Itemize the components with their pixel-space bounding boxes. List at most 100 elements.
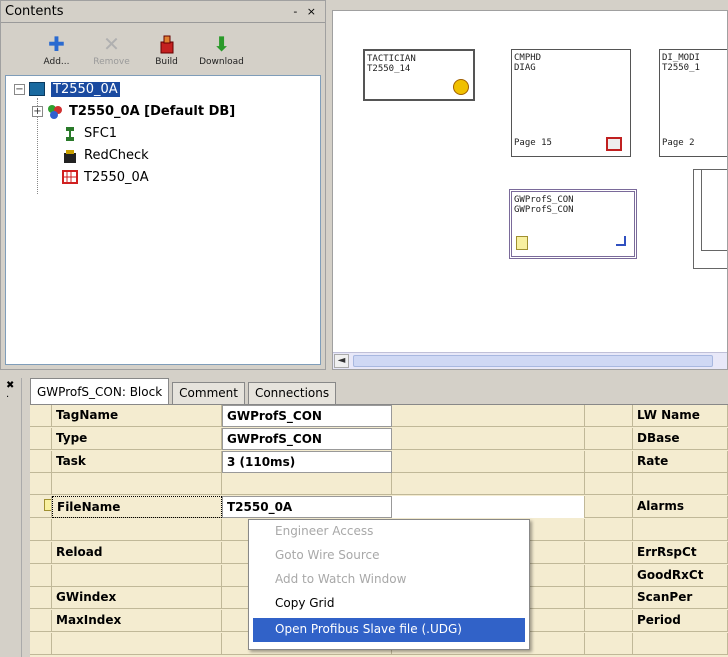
property-gap: [585, 450, 633, 473]
menu-item-engineer-access[interactable]: Engineer Access: [249, 520, 529, 544]
property-gap: [585, 405, 633, 427]
property-name-right: ErrRspCt: [633, 541, 728, 564]
property-name: [52, 473, 222, 496]
row-marker: [30, 450, 52, 473]
property-name-right: LW Name: [633, 405, 728, 427]
property-gap: [585, 519, 633, 541]
tab-comment[interactable]: Comment: [172, 382, 245, 404]
wire-connector: [701, 169, 727, 251]
property-name: TagName: [52, 405, 222, 427]
block-gwprofs-con[interactable]: GWProfS_CON GWProfS_CON: [509, 189, 637, 259]
context-menu: Engineer Access Goto Wire Source Add to …: [248, 519, 530, 650]
property-value[interactable]: 3 (110ms): [222, 450, 392, 473]
tree-item-sfc1[interactable]: SFC1: [62, 124, 117, 142]
download-button[interactable]: ⬇ Download: [194, 33, 249, 67]
diagram-canvas[interactable]: TACTICIAN T2550_14 CMPHD DIAG Page 15 DI…: [332, 10, 728, 370]
row-marker: [30, 405, 52, 427]
scroll-thumb[interactable]: [353, 355, 713, 367]
note-icon: [44, 499, 51, 512]
redcheck-icon: [62, 148, 78, 163]
tab-block[interactable]: GWProfS_CON: Block: [30, 378, 170, 404]
horizontal-scrollbar[interactable]: ◄: [333, 352, 727, 369]
contents-titlebar: Contents - ×: [1, 1, 325, 23]
page-link-icon: [606, 137, 622, 151]
row-marker: [30, 427, 52, 450]
property-name: [52, 564, 222, 587]
property-name: GWindex: [52, 587, 222, 610]
scroll-left-button[interactable]: ◄: [334, 354, 349, 368]
build-button[interactable]: Build: [139, 33, 194, 67]
row-marker: [30, 519, 52, 541]
close-icon[interactable]: ✖: [6, 380, 14, 391]
property-value[interactable]: GWProfS_CON: [222, 405, 392, 427]
row-marker: [30, 633, 52, 655]
download-icon: ⬇: [213, 32, 230, 56]
property-tabs: GWProfS_CON: Block Comment Connections: [30, 378, 339, 404]
menu-item-add-to-watch[interactable]: Add to Watch Window: [249, 568, 529, 592]
panel-controls[interactable]: - ×: [293, 5, 319, 18]
wire-icon: [616, 236, 626, 246]
pin-icon[interactable]: ·: [6, 392, 9, 403]
menu-item-goto-wire-source[interactable]: Goto Wire Source: [249, 544, 529, 568]
property-gap: [585, 610, 633, 633]
property-value[interactable]: [222, 473, 392, 496]
menu-item-copy-grid[interactable]: Copy Grid: [249, 592, 529, 616]
row-marker: [30, 587, 52, 610]
property-extra: [392, 405, 585, 427]
property-gap: [585, 541, 633, 564]
contents-toolbar: ✚ Add... ✕ Remove Build ⬇ Download: [1, 23, 325, 71]
expand-toggle[interactable]: +: [32, 105, 43, 117]
sfc-icon: [62, 126, 78, 141]
block-cmphd[interactable]: CMPHD DIAG Page 15: [511, 49, 631, 157]
property-name-right: Period: [633, 610, 728, 633]
row-marker: [30, 564, 52, 587]
property-value[interactable]: T2550_0A: [222, 496, 392, 519]
status-face-icon: [453, 79, 469, 95]
block-di-modi[interactable]: DI_MODI T2550_1 Page 2: [659, 49, 727, 157]
property-name: MaxIndex: [52, 610, 222, 633]
property-gap: [585, 564, 633, 587]
contents-panel: Contents - × ✚ Add... ✕ Remove Build ⬇ D…: [0, 0, 326, 370]
table-row: Task 3 (110ms) Rate: [30, 450, 728, 473]
property-name-right: [633, 519, 728, 541]
tree-root[interactable]: − T2550_0A: [14, 80, 120, 98]
tab-connections[interactable]: Connections: [247, 382, 337, 404]
rack-icon: [62, 170, 78, 184]
folder-icon: [29, 82, 45, 96]
block-tactician[interactable]: TACTICIAN T2550_14: [363, 49, 475, 101]
property-name: Task: [52, 450, 222, 473]
build-icon: [156, 33, 178, 55]
menu-item-open-profibus-slave[interactable]: Open Profibus Slave file (.UDG): [253, 618, 525, 642]
property-gap: [585, 427, 633, 450]
pane-splitter[interactable]: [0, 370, 728, 378]
property-name: FileName: [52, 496, 222, 519]
tree-item-t2550[interactable]: T2550_0A: [62, 168, 149, 186]
project-tree: − T2550_0A + T2550_0A [Default DB] SFC1 …: [5, 75, 321, 365]
table-row: FileName T2550_0A Alarms: [30, 496, 728, 519]
property-name-right: DBase: [633, 427, 728, 450]
remove-button[interactable]: ✕ Remove: [84, 33, 139, 67]
tree-item-redcheck[interactable]: RedCheck: [62, 146, 149, 164]
property-gap: [585, 587, 633, 610]
property-extra: [392, 473, 585, 496]
row-marker: [30, 496, 52, 519]
property-name: [52, 633, 222, 655]
property-name-right: Rate: [633, 450, 728, 473]
property-gap: [585, 633, 633, 655]
collapse-toggle[interactable]: −: [14, 83, 25, 95]
tree-item-database[interactable]: + T2550_0A [Default DB]: [32, 102, 235, 120]
note-icon: [516, 236, 528, 250]
property-extra: [392, 427, 585, 450]
property-name: [52, 519, 222, 541]
row-marker: [30, 541, 52, 564]
add-button[interactable]: ✚ Add...: [29, 33, 84, 67]
property-name-right: [633, 633, 728, 655]
property-value[interactable]: GWProfS_CON: [222, 427, 392, 450]
property-name-right: Alarms: [633, 496, 728, 519]
property-gap: [585, 473, 633, 496]
property-name-right: [633, 473, 728, 496]
row-marker: [30, 473, 52, 496]
remove-icon: ✕: [103, 32, 120, 56]
database-icon: [47, 104, 63, 119]
panel-grip[interactable]: ✖ ·: [0, 378, 22, 657]
